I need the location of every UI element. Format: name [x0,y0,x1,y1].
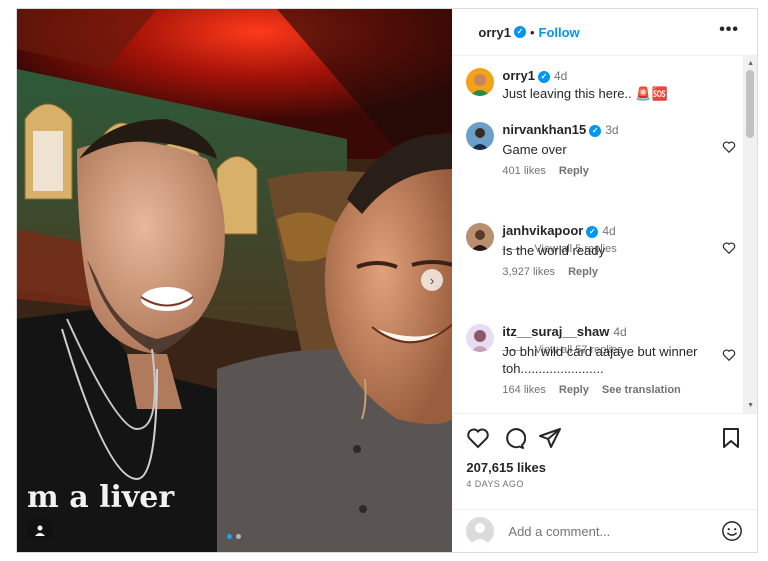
comment-likes[interactable]: 401 likes [502,165,545,177]
comment-username[interactable]: janhvikapoor [502,223,583,238]
reply-button[interactable]: Reply [559,165,589,177]
comment-meta: 3,927 likes Reply [502,266,736,278]
post-actions: 207,615 likes 4 DAYS AGO [452,413,757,509]
caption: orry1 ✓ 4d Just leaving this here.. 🚨🆘 [466,68,736,102]
carousel-dot [236,534,241,539]
tagged-users-button[interactable] [27,517,53,543]
post-header: orry1 ✓ • Follow ••• [452,9,757,56]
see-translation-button[interactable]: See translation [602,384,681,396]
comment-time: 3d [605,123,619,137]
comment-likes[interactable]: 164 likes [502,384,545,396]
next-photo-button[interactable]: › [421,269,443,291]
add-comment-bar [452,509,757,552]
header-separator: • [529,24,535,40]
comment-item: itz__suraj__shaw 4d Jo bhi wild card aaja… [466,324,736,396]
verified-badge-icon: ✓ [586,225,599,238]
comment-likes[interactable]: 3,927 likes [502,266,555,278]
verified-badge-icon: ✓ [513,26,526,38]
share-icon[interactable] [538,426,562,450]
reply-button[interactable]: Reply [559,384,589,396]
follow-button[interactable]: Follow [539,25,580,40]
comments-section[interactable]: orry1 ✓ 4d Just leaving this here.. 🚨🆘 nir… [452,56,757,413]
heart-icon[interactable] [722,348,736,362]
post-sidebar: orry1 ✓ • Follow ••• orry1 ✓ 4d Just leavi… [452,9,757,552]
comment-input[interactable] [508,523,689,539]
avatar[interactable] [466,68,495,96]
scroll-up-icon[interactable]: ▲ [747,60,754,67]
more-options-icon[interactable]: ••• [719,21,739,39]
heart-icon[interactable] [722,241,736,255]
scroll-down-icon[interactable]: ▼ [747,402,754,409]
heart-icon[interactable] [722,140,736,154]
like-heart-icon[interactable] [466,426,490,450]
likes-count[interactable]: 207,615 likes [466,460,546,475]
avatar[interactable] [466,324,495,352]
comment-username[interactable]: itz__suraj__shaw [502,324,609,339]
carousel-indicator [227,534,241,539]
carousel-dot-active [227,534,232,539]
comment-username[interactable]: nirvankhan15 [502,122,586,137]
scrollbar-thumb[interactable] [746,70,754,138]
comment-meta: 401 likes Reply [502,165,736,177]
bookmark-icon[interactable] [719,426,743,450]
avatar[interactable] [466,223,495,251]
comment-text: Game over [502,142,567,157]
author-username[interactable]: orry1 [478,25,511,40]
post-date: 4 DAYS AGO [466,479,524,489]
caption-username[interactable]: orry1 [502,68,535,83]
comment-item: nirvankhan15 ✓ 3d Game over 401 likes Repl… [466,122,736,177]
verified-badge-icon: ✓ [537,70,550,83]
avatar[interactable] [466,122,495,150]
avatar [466,517,495,545]
user-icon [35,525,45,536]
shirt-print: m a liver [27,480,175,515]
verified-badge-icon: ✓ [589,124,602,137]
post-media[interactable]: m a liver › [17,9,453,552]
comments-scrollbar[interactable]: ▲ ▼ [743,56,757,413]
emoji-icon[interactable] [721,520,743,542]
comment-text: Jo bhi wild card aajaye but winner toh..… [502,344,698,376]
comment-time: 4d [602,224,616,238]
instagram-post: m a liver › orry1 ✓ • Follow ••• orry1 ✓… [16,8,758,553]
caption-text: Just leaving this here.. 🚨🆘 [502,86,668,101]
comment-item: janhvikapoor ✓ 4d Is the world ready 3,927… [466,223,736,278]
comment-text: Is the world ready [502,243,606,258]
comment-icon[interactable] [502,426,527,450]
reply-button[interactable]: Reply [568,266,598,278]
post-photo: m a liver [17,9,453,552]
caption-time: 4d [553,69,568,83]
comment-meta: 164 likes Reply See translation [502,384,736,396]
comment-time: 4d [613,325,627,339]
